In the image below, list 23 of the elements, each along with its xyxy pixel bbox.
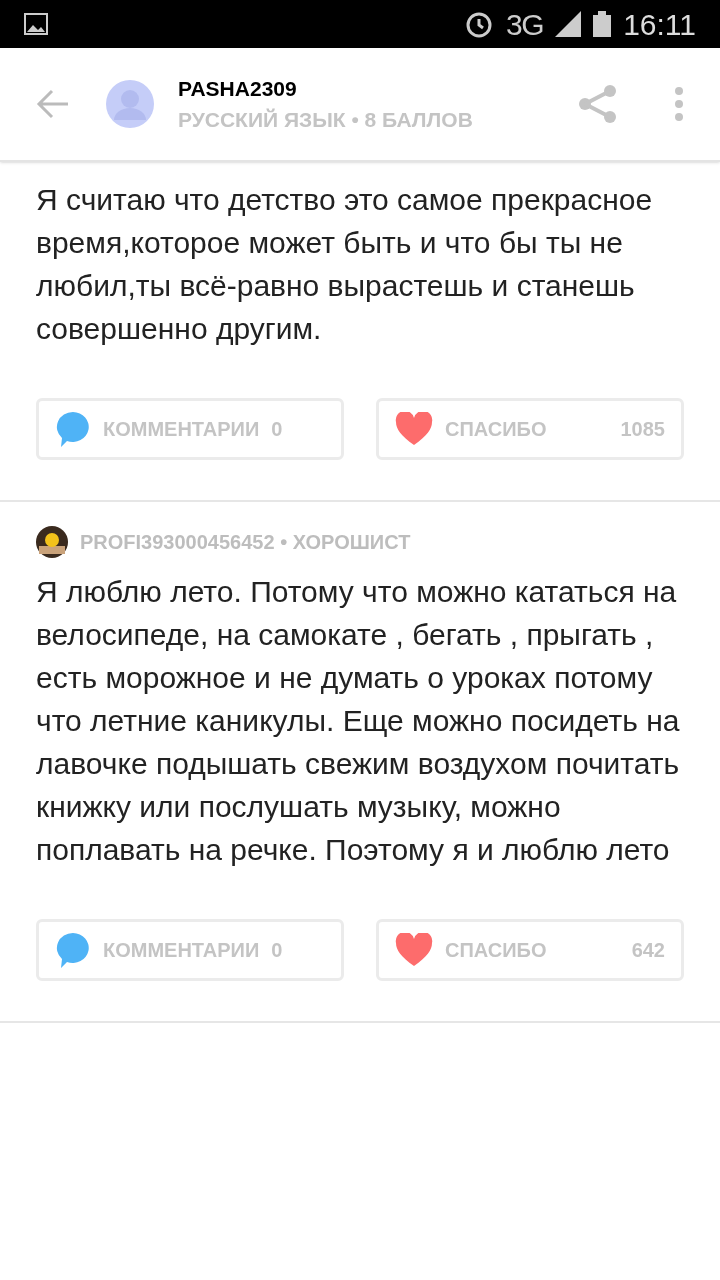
battery-icon [593,11,612,37]
avatar-icon [106,80,154,128]
comments-button[interactable]: КОММЕНТАРИИ 0 [36,919,344,981]
share-icon[interactable] [578,84,618,124]
clock: 16:11 [623,6,696,43]
subject-points: РУССКИЙ ЯЗЫК • 8 БАЛЛОВ [178,107,473,133]
more-icon[interactable] [674,86,684,122]
image-icon [24,13,48,35]
heart-icon [395,412,433,446]
back-arrow-icon[interactable] [36,89,70,119]
speech-bubble-icon [55,931,91,969]
thanks-button[interactable]: СПАСИБО 642 [376,919,684,981]
author-name[interactable]: PROFI393000456452 • ХОРОШИСТ [80,527,411,557]
thanks-button[interactable]: СПАСИБО 1085 [376,398,684,460]
answer-text: Я считаю что детство это самое прекрасное время,которое может быть и что бы ты не любил,ты всё-равно вырастешь и станешь совершенно другим. [35,182,654,347]
signal-icon [555,11,582,37]
answer-text: Я люблю лето. Потому что можно кататься на велосипеде, на самокате , бегать , прыгать , есть морожное и не думать о уроках потому что летние каникулы. Еще можно посидеть на лавочке подышать свежим воздухом почитать книжку или послушать музыку, можно поплавать на речке. Поэтому я и люблю лето [35,574,681,868]
network-type: 3G [506,6,544,43]
speech-bubble-icon [55,410,91,448]
avatar-icon [36,526,68,558]
comments-button[interactable]: КОММЕНТАРИИ 0 [36,398,344,460]
username: PASHA2309 [178,75,298,102]
heart-icon [395,933,433,967]
